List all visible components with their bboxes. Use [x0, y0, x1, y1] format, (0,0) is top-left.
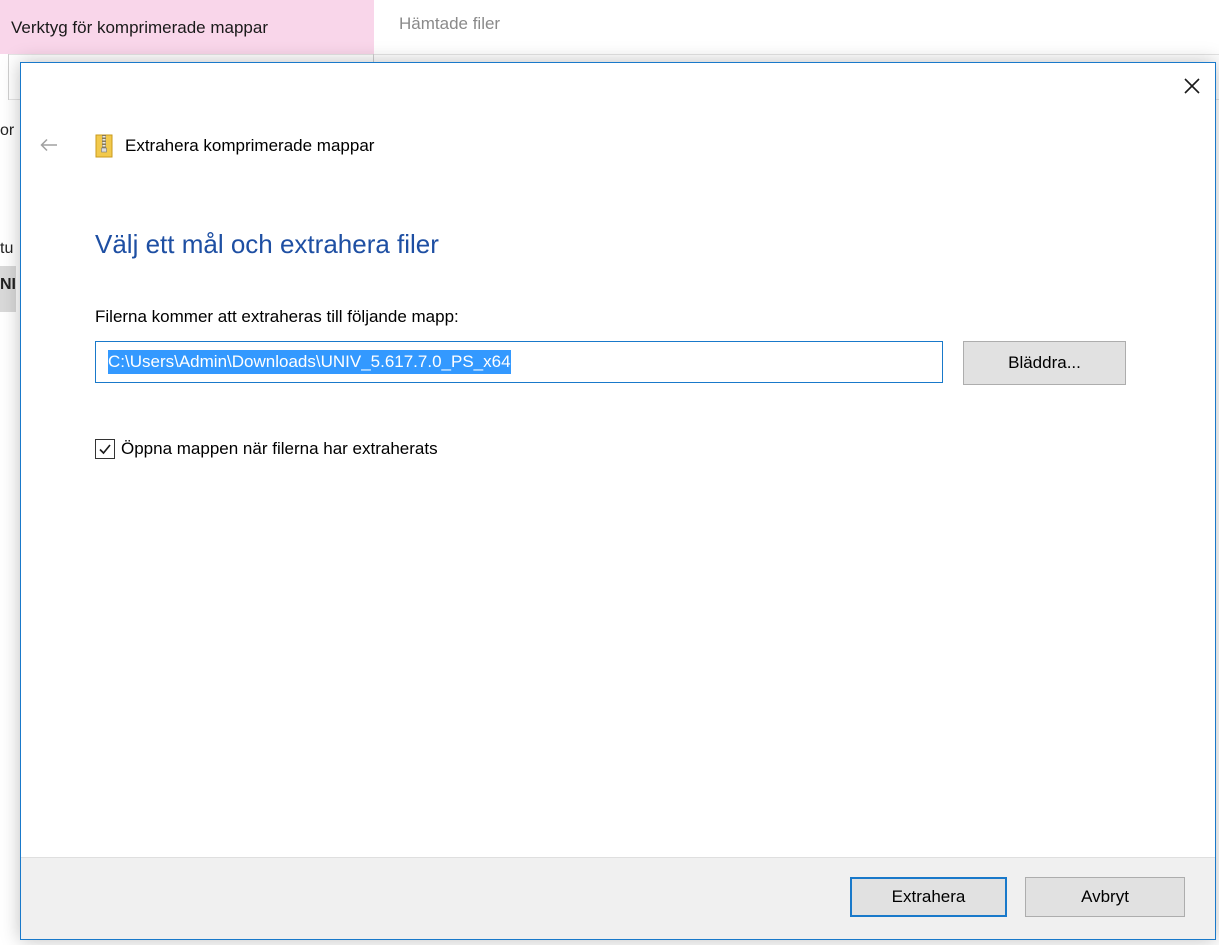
destination-label: Filerna kommer att extraheras till följa… [95, 307, 459, 326]
background-text-fragment: NI [0, 276, 16, 293]
dialog-footer: Extrahera Avbryt [21, 857, 1215, 939]
close-button[interactable] [1169, 63, 1215, 109]
checkmark-icon [99, 444, 111, 455]
destination-path-input[interactable]: C:\Users\Admin\Downloads\UNIV_5.617.7.0_… [95, 341, 943, 383]
back-button[interactable] [35, 133, 63, 157]
extract-button[interactable]: Extrahera [850, 877, 1007, 917]
back-arrow-icon [40, 138, 57, 152]
background-text-fragment: tu [0, 240, 14, 257]
cancel-button[interactable]: Avbryt [1025, 877, 1185, 917]
open-folder-checkbox-label: Öppna mappen när filerna har extraherats [121, 439, 438, 458]
zip-folder-icon [95, 134, 113, 158]
close-icon [1184, 78, 1200, 94]
browse-button[interactable]: Bläddra... [963, 341, 1126, 385]
dialog-title-row: Extrahera komprimerade mappar [95, 133, 374, 159]
open-folder-option[interactable]: Öppna mappen när filerna har extraherats [95, 437, 438, 461]
ribbon-tab-label: Verktyg för komprimerade mappar [11, 18, 268, 37]
dialog-heading: Välj ett mål och extrahera filer [95, 229, 439, 259]
extract-dialog: Extrahera komprimerade mappar Välj ett m… [20, 62, 1216, 940]
ribbon-tab-downloads[interactable]: Hämtade filer [399, 14, 500, 34]
destination-path-value: C:\Users\Admin\Downloads\UNIV_5.617.7.0_… [108, 350, 511, 374]
open-folder-checkbox[interactable] [95, 439, 115, 459]
ribbon-tab-compressed-folder-tools[interactable]: Verktyg för komprimerade mappar [0, 0, 374, 54]
dialog-title: Extrahera komprimerade mappar [125, 136, 375, 155]
background-text-fragment: or [0, 122, 15, 139]
